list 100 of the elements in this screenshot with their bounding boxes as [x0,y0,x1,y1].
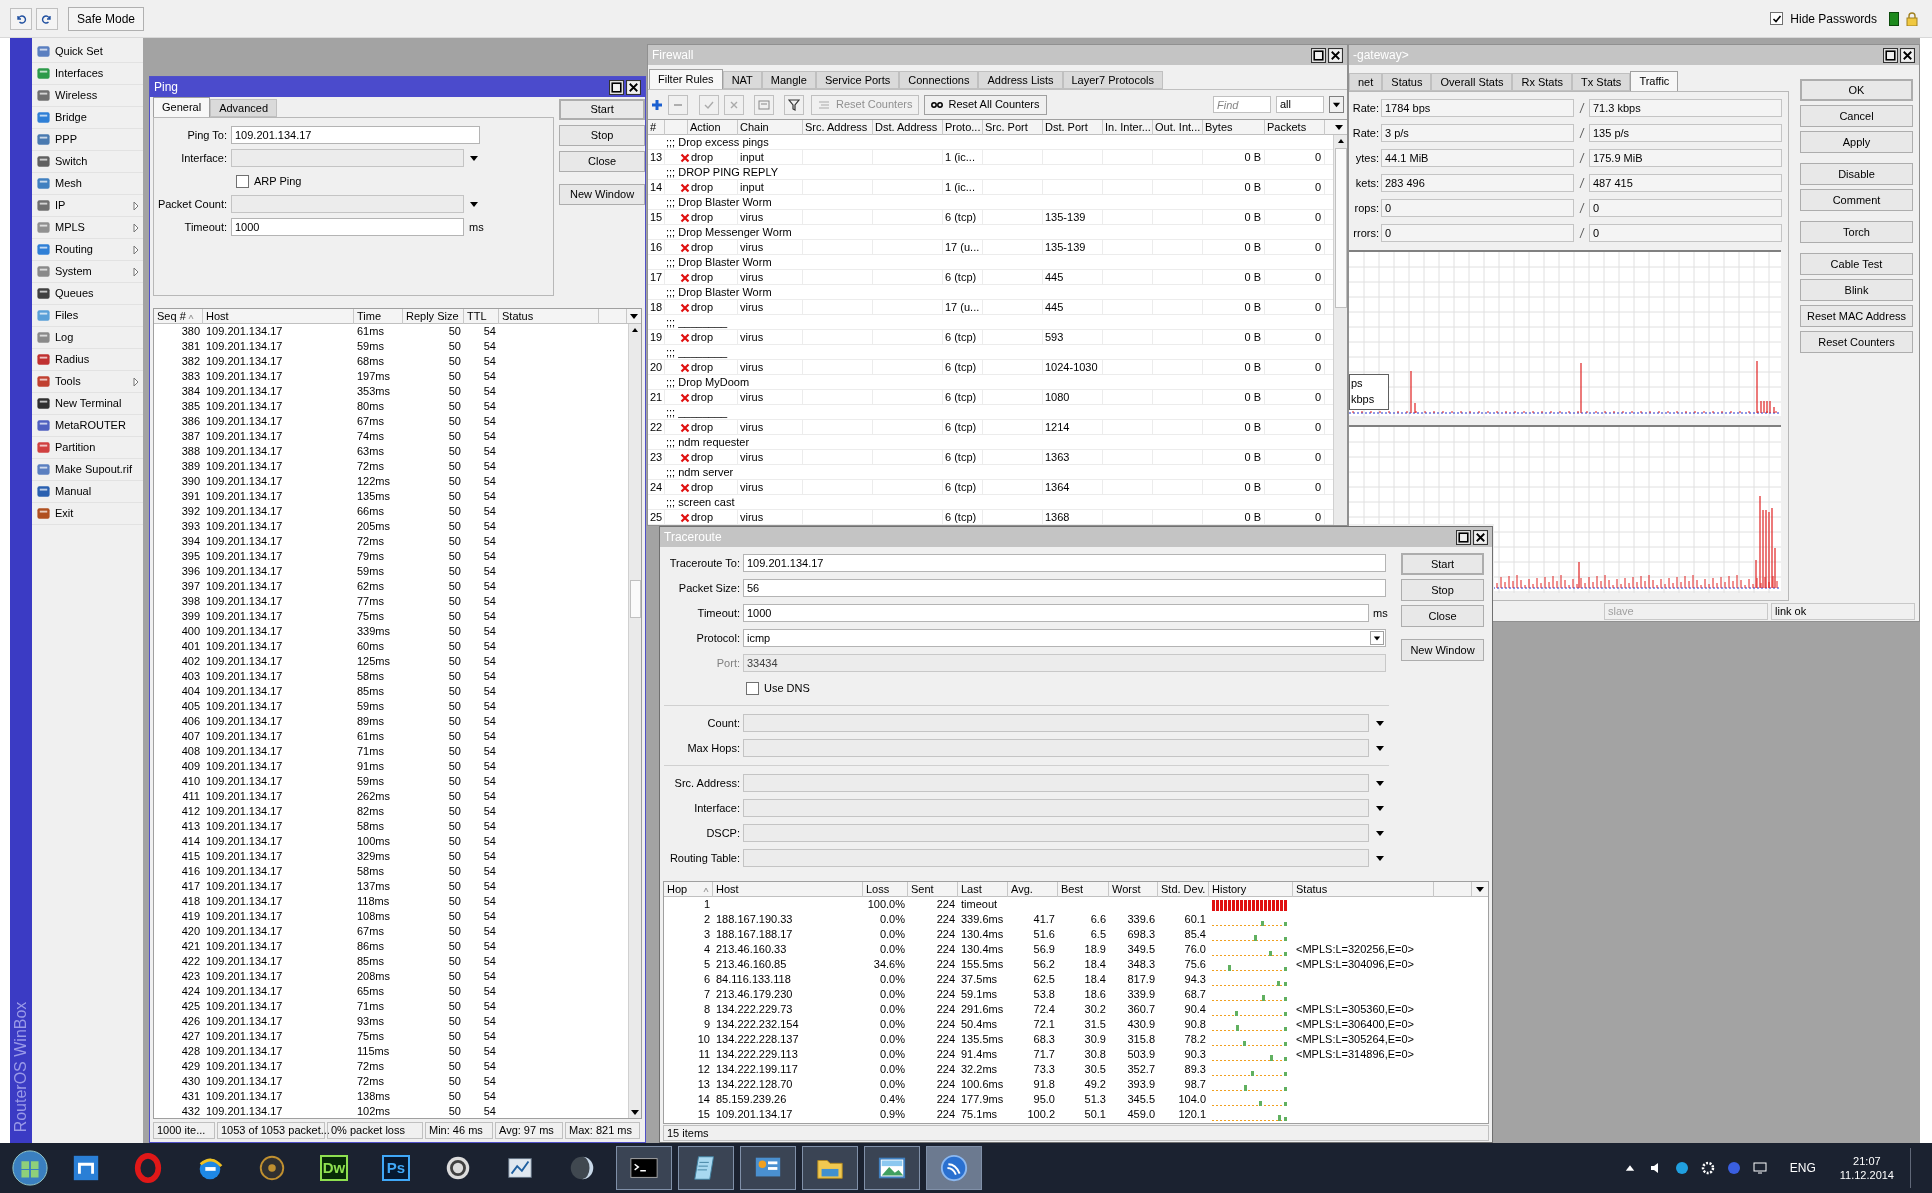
column-header[interactable]: Hop [664,882,713,897]
language-indicator[interactable]: ENG [1789,1159,1816,1177]
column-header[interactable]: Best [1058,882,1109,897]
input-field[interactable]: 1000 [743,604,1369,622]
sidebar-item[interactable]: Mesh [32,173,143,195]
column-header[interactable]: Dst. Port [1043,120,1103,135]
checkbox[interactable] [1770,12,1784,25]
column-header[interactable]: Out. Int... [1153,120,1203,135]
button[interactable]: Reset MAC Address [1800,305,1913,327]
scrollbar[interactable] [1333,135,1347,525]
sidebar-item[interactable]: IP [32,195,143,217]
sidebar-item[interactable]: MPLS [32,217,143,239]
close-icon[interactable] [1328,47,1343,63]
scroll-thumb[interactable] [629,580,641,618]
scrollbar[interactable] [628,324,641,1118]
redo-button[interactable] [36,7,58,30]
taskbar-button[interactable] [802,1146,858,1190]
column-header[interactable]: Last [958,882,1008,897]
tab[interactable]: Service Ports [815,71,900,89]
undo-button[interactable] [10,7,32,30]
tab[interactable]: Tx Stats [1572,73,1631,91]
close-icon[interactable] [1900,47,1915,63]
button[interactable]: Stop [559,125,645,146]
taskbar-button[interactable] [678,1146,734,1190]
sidebar-item[interactable]: Radius [32,349,143,371]
sidebar-item[interactable]: PPP [32,129,143,151]
tab[interactable]: Address Lists [978,71,1063,89]
button[interactable]: Stop [1401,579,1484,601]
column-header[interactable]: Proto... [943,120,983,135]
dropdown-button[interactable] [1329,96,1344,113]
dropdown-field[interactable] [231,149,464,167]
gear-icon[interactable] [1700,1161,1715,1175]
select-field[interactable]: icmp [743,629,1386,647]
tab[interactable]: General [153,97,211,117]
column-header[interactable]: Avg. [1008,882,1058,897]
column-header[interactable]: Bytes [1203,120,1265,135]
maximize-icon[interactable] [609,79,624,95]
column-header[interactable]: Host [203,309,354,324]
sidebar-item[interactable]: System [32,261,143,283]
dropdown-arrow-icon[interactable] [1375,778,1385,788]
tab[interactable]: Status [1382,73,1432,91]
column-header[interactable]: In. Inter... [1103,120,1153,135]
button[interactable]: Start [559,99,645,120]
dropdown-arrow-icon[interactable] [1375,743,1385,753]
column-header[interactable]: Chain [738,120,803,135]
dropdown-arrow-icon[interactable] [469,199,479,209]
button[interactable]: Cable Test [1800,253,1913,275]
input-field[interactable]: 56 [743,579,1386,597]
column-header[interactable]: Time [354,309,403,324]
tab[interactable]: NAT [722,71,762,89]
sidebar-item[interactable]: Tools [32,371,143,393]
clock-time[interactable]: 21:07 [1853,1154,1881,1168]
button[interactable]: New Window [559,184,645,205]
tab[interactable]: Connections [899,71,979,89]
column-menu-icon[interactable] [1334,122,1344,132]
button[interactable]: Comment [1800,189,1913,211]
column-header[interactable]: History [1209,882,1293,897]
safe-mode-button[interactable]: Safe Mode [68,6,145,31]
dropdown-field[interactable] [743,774,1369,792]
double-circle-icon[interactable] [931,100,944,109]
dropdown-field[interactable] [743,849,1369,867]
dropdown-arrow-icon[interactable] [1375,803,1385,813]
dropdown-field[interactable] [743,714,1369,732]
scroll-thumb[interactable] [1334,148,1347,308]
button[interactable]: Reset Counters [1800,331,1913,353]
tab[interactable]: Overall Stats [1431,73,1513,91]
column-header[interactable]: Loss [863,882,908,897]
button[interactable]: Apply [1800,131,1913,153]
clock-date[interactable]: 11.12.2014 [1839,1168,1894,1182]
column-menu-icon[interactable] [629,311,639,321]
maximize-icon[interactable] [1456,529,1471,545]
column-header[interactable]: Seq # [154,309,203,324]
filter-select[interactable]: all [1276,96,1324,113]
column-header[interactable]: Status [1293,882,1434,897]
button[interactable]: Disable [1800,163,1913,185]
column-menu-icon[interactable] [1475,884,1485,894]
checkbox[interactable] [746,681,759,695]
undo-icon[interactable] [15,12,27,25]
sidebar-item[interactable]: Wireless [32,85,143,107]
sidebar-item[interactable]: Log [32,327,143,349]
add-icon[interactable] [651,98,663,111]
column-header[interactable]: Host [713,882,863,897]
taskbar-button[interactable] [864,1146,920,1190]
sidebar-item[interactable]: MetaROUTER [32,415,143,437]
column-header[interactable]: Packets [1265,120,1325,135]
button[interactable]: OK [1800,79,1913,101]
button[interactable]: Start [1401,553,1484,575]
sidebar-item[interactable]: Routing [32,239,143,261]
tab[interactable]: Layer7 Protocols [1062,71,1164,89]
taskbar-button[interactable]: Ps [368,1146,424,1190]
input-field[interactable]: 1000 [231,218,464,236]
dropdown-arrow-icon[interactable] [1375,853,1385,863]
sidebar-item[interactable]: New Terminal [32,393,143,415]
input-field[interactable]: 109.201.134.17 [231,126,480,144]
input-field[interactable]: 109.201.134.17 [743,554,1386,572]
dropdown-arrow-icon[interactable] [469,153,479,163]
column-header[interactable]: Std. Dev. [1158,882,1209,897]
maximize-icon[interactable] [1883,47,1898,63]
dropdown-field[interactable] [231,195,464,213]
column-header[interactable]: Status [499,309,599,324]
